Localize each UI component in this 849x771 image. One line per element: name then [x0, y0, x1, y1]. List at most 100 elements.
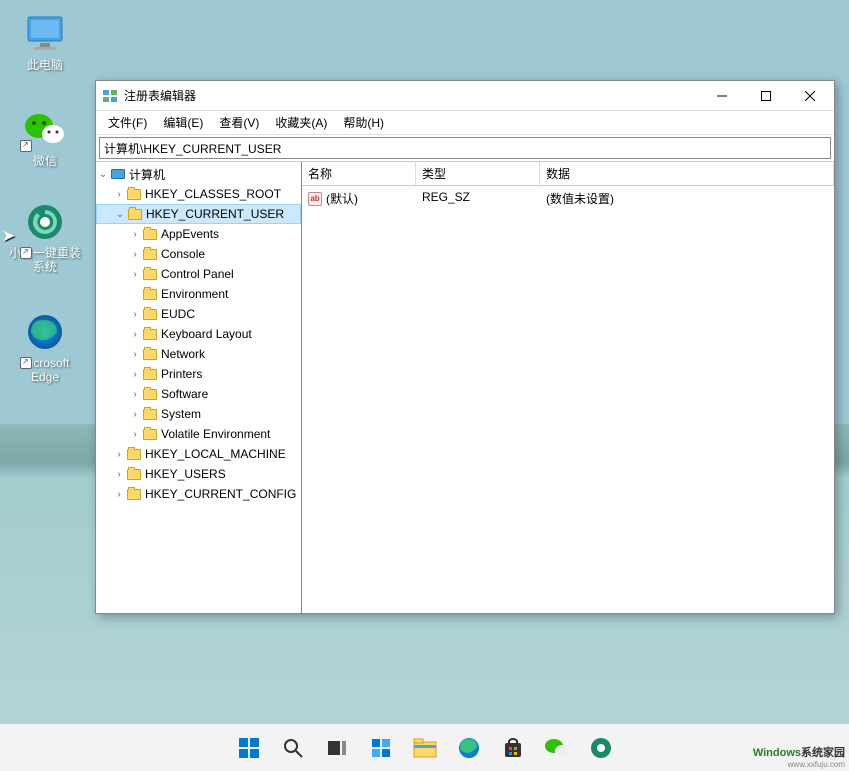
tree-label: Environment	[161, 287, 228, 301]
tree-item-environment[interactable]: Environment	[96, 284, 301, 304]
col-header-name[interactable]: 名称	[302, 162, 416, 185]
regedit-window: 注册表编辑器 文件(F) 编辑(E) 查看(V) 收藏夹(A) 帮助(H) 计算…	[95, 80, 835, 614]
folder-icon	[142, 427, 158, 441]
tree-item-network[interactable]: ›Network	[96, 344, 301, 364]
watermark-suffix: 系统家园	[801, 747, 845, 759]
menu-file[interactable]: 文件(F)	[100, 112, 155, 133]
folder-icon	[126, 447, 142, 461]
menu-view[interactable]: 查看(V)	[211, 112, 267, 133]
tree-label: Volatile Environment	[161, 427, 270, 441]
minimize-button[interactable]	[700, 82, 744, 110]
folder-icon	[142, 307, 158, 321]
desktop-icon-wechat[interactable]: 微信	[8, 108, 82, 168]
tree-item-keyboard-layout[interactable]: ›Keyboard Layout	[96, 324, 301, 344]
expand-icon[interactable]: ›	[128, 229, 142, 240]
tree-item-hkey-current-user[interactable]: ⌄ HKEY_CURRENT_USER	[96, 204, 301, 224]
titlebar[interactable]: 注册表编辑器	[96, 81, 834, 111]
folder-icon	[142, 227, 158, 241]
xiaobai-taskbar-button[interactable]	[581, 728, 621, 768]
desktop-icon-this-pc[interactable]: 此电脑	[8, 12, 82, 72]
menubar: 文件(F) 编辑(E) 查看(V) 收藏夹(A) 帮助(H)	[96, 111, 834, 135]
folder-icon	[110, 167, 126, 181]
tree-item-eudc[interactable]: ›EUDC	[96, 304, 301, 324]
maximize-button[interactable]	[744, 82, 788, 110]
tree-item-control-panel[interactable]: › Control Panel	[96, 264, 301, 284]
folder-icon	[142, 287, 158, 301]
tree-item-printers[interactable]: ›Printers	[96, 364, 301, 384]
tree-item-hkey-current-config[interactable]: › HKEY_CURRENT_CONFIG	[96, 484, 301, 504]
tree-item-console[interactable]: › Console	[96, 244, 301, 264]
string-value-icon: ab	[308, 192, 322, 206]
folder-icon	[142, 347, 158, 361]
folder-icon	[142, 367, 158, 381]
regedit-app-icon	[102, 88, 118, 104]
tree-item-hkey-classes-root[interactable]: ›HKEY_CLASSES_ROOT	[96, 184, 301, 204]
tree-label: AppEvents	[161, 227, 219, 241]
col-header-type[interactable]: 类型	[416, 162, 540, 185]
tree-pane[interactable]: ⌄ 计算机›HKEY_CLASSES_ROOT ⌄ HKEY_CURRENT_USER…	[96, 162, 302, 613]
tree-label: HKEY_CURRENT_CONFIG	[145, 487, 296, 501]
folder-icon	[127, 207, 143, 221]
start-button[interactable]	[229, 728, 269, 768]
edge-taskbar-button[interactable]	[449, 728, 489, 768]
values-pane[interactable]: 名称 类型 数据 ab(默认)REG_SZ(数值未设置)	[302, 162, 834, 613]
expand-icon[interactable]: ›	[112, 189, 126, 200]
menu-edit[interactable]: 编辑(E)	[155, 112, 211, 133]
tree-label: Software	[161, 387, 208, 401]
task-view-button[interactable]	[317, 728, 357, 768]
xiaobai-icon	[23, 202, 67, 242]
tree-label: Console	[161, 247, 205, 261]
tree-root[interactable]: ⌄ 计算机	[96, 164, 301, 184]
values-header: 名称 类型 数据	[302, 162, 834, 186]
menu-help[interactable]: 帮助(H)	[335, 112, 392, 133]
expand-icon[interactable]: ›	[128, 389, 142, 400]
expand-icon[interactable]: ›	[128, 429, 142, 440]
watermark-w: W	[753, 747, 763, 759]
tree-label: System	[161, 407, 201, 421]
tree-label: HKEY_LOCAL_MACHINE	[145, 447, 286, 461]
close-button[interactable]	[788, 82, 832, 110]
expand-icon[interactable]: ›	[112, 469, 126, 480]
col-header-data[interactable]: 数据	[540, 162, 834, 185]
tree-item-software[interactable]: › Software	[96, 384, 301, 404]
tree-item-hkey-local-machine[interactable]: › HKEY_LOCAL_MACHINE	[96, 444, 301, 464]
folder-icon	[126, 467, 142, 481]
expand-icon[interactable]: ›	[128, 349, 142, 360]
widgets-button[interactable]	[361, 728, 401, 768]
taskbar[interactable]	[0, 723, 849, 771]
folder-icon	[126, 187, 142, 201]
expand-icon[interactable]: ›	[128, 269, 142, 280]
search-button[interactable]	[273, 728, 313, 768]
wechat-taskbar-button[interactable]	[537, 728, 577, 768]
expand-icon[interactable]: ›	[112, 449, 126, 460]
menu-favorites[interactable]: 收藏夹(A)	[267, 112, 335, 133]
value-row[interactable]: ab(默认)REG_SZ(数值未设置)	[302, 186, 834, 211]
desktop-icon-label: 此电脑	[8, 58, 82, 72]
address-bar[interactable]: 计算机\HKEY_CURRENT_USER	[99, 137, 831, 159]
watermark-sub: www.xxfuju.com	[753, 760, 845, 769]
tree-label: 计算机	[129, 166, 165, 183]
desktop-icon-xiaobai[interactable]: 小白一键重装系统	[8, 200, 82, 275]
tree-label: Control Panel	[161, 267, 234, 281]
tree-item-hkey-users[interactable]: › HKEY_USERS	[96, 464, 301, 484]
folder-icon	[126, 487, 142, 501]
window-title: 注册表编辑器	[124, 87, 700, 104]
expand-icon[interactable]: ›	[112, 489, 126, 500]
tree-item-system[interactable]: › System	[96, 404, 301, 424]
expand-icon[interactable]: ›	[128, 249, 142, 260]
tree-item-volatile-environment[interactable]: › Volatile Environment	[96, 424, 301, 444]
explorer-button[interactable]	[405, 728, 445, 768]
expand-icon[interactable]: ›	[128, 409, 142, 420]
folder-icon	[142, 267, 158, 281]
expand-icon[interactable]: ›	[128, 309, 142, 320]
store-button[interactable]	[493, 728, 533, 768]
desktop-icon-edge[interactable]: Microsoft Edge	[8, 310, 82, 385]
expand-icon[interactable]: ›	[128, 329, 142, 340]
expand-icon[interactable]: ⌄	[96, 169, 110, 180]
expand-icon[interactable]: ⌄	[113, 209, 127, 220]
expand-icon[interactable]: ›	[128, 369, 142, 380]
tree-label: HKEY_CURRENT_USER	[146, 207, 284, 221]
desktop[interactable]: 此电脑 微信 小白一键重装系统 Microsoft Edge ➤ 注册表编辑器 …	[0, 0, 849, 771]
tree-label: HKEY_USERS	[145, 467, 226, 481]
tree-item-appevents[interactable]: › AppEvents	[96, 224, 301, 244]
